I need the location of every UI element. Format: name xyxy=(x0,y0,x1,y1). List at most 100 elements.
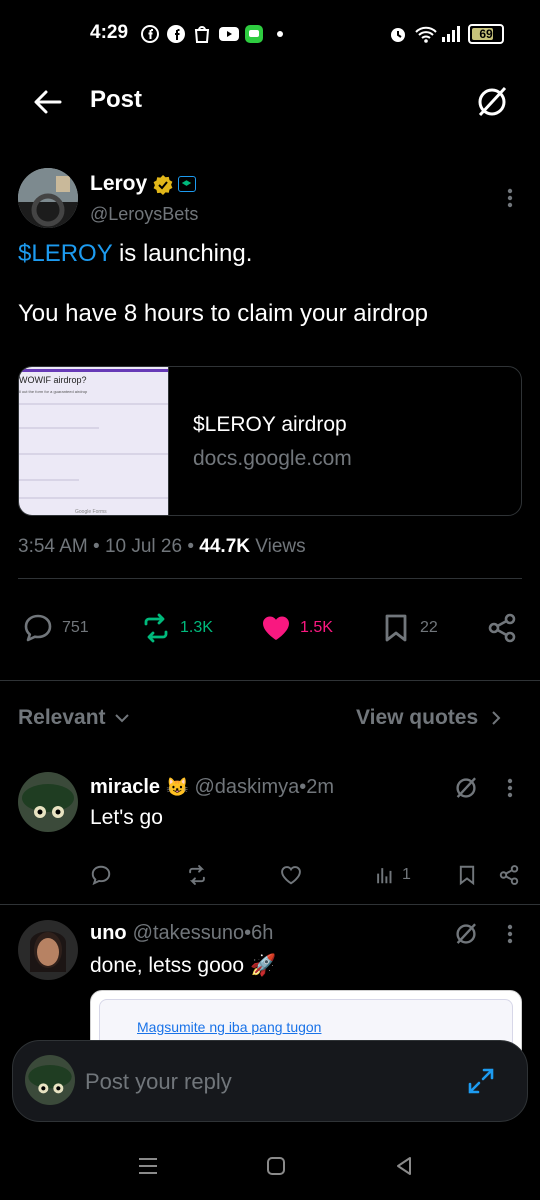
post-text-line1: $LEROY is launching. xyxy=(18,240,252,268)
expand-icon[interactable] xyxy=(465,1065,497,1097)
bookmark-button[interactable]: 22 xyxy=(380,610,438,646)
back-icon[interactable] xyxy=(392,1154,416,1178)
chevron-right-icon xyxy=(492,711,501,725)
post-meta: 3:54 AM • 10 Jul 26 • 44.7K Views xyxy=(18,536,306,558)
heart-filled-icon xyxy=(263,616,289,640)
share-button[interactable] xyxy=(486,610,518,646)
reply-composer[interactable]: Post your reply xyxy=(12,1040,528,1122)
link-card-thumbnail: WOWIF airdrop? ll out the form for a gua… xyxy=(19,367,169,515)
affiliate-badge-icon xyxy=(178,176,196,192)
reply-views-button[interactable]: 1 xyxy=(374,864,411,886)
bookmark-icon xyxy=(459,865,475,886)
meta-separator: • xyxy=(182,536,200,557)
embed-link-text: Magsumite ng iba pang tugon xyxy=(137,1019,322,1035)
meta-separator: • xyxy=(87,536,105,557)
views-count[interactable]: 44.7K xyxy=(199,536,250,557)
alarm-icon xyxy=(391,28,405,42)
repost-count: 1.3K xyxy=(180,619,213,636)
reply-count: 751 xyxy=(62,619,89,636)
signal-icon xyxy=(442,26,460,42)
divider xyxy=(18,578,522,579)
post-text-rest: is launching. xyxy=(112,240,253,267)
facebook-icon xyxy=(167,25,185,43)
more-options-icon[interactable] xyxy=(500,776,520,800)
youtube-icon xyxy=(219,27,239,41)
reply-time: 6h xyxy=(251,922,274,944)
divider xyxy=(0,680,540,681)
reply-icon xyxy=(91,865,111,886)
separator: • xyxy=(299,776,307,798)
reply-avatar[interactable] xyxy=(18,920,78,980)
verified-badge-icon xyxy=(153,175,173,195)
view-quotes-label: View quotes xyxy=(356,706,479,729)
reply-views-count: 1 xyxy=(402,866,411,883)
share-icon xyxy=(488,613,516,643)
reply-header: miracle 😺 @daskimya • 2m xyxy=(90,776,334,799)
thumb-footer: Google Forms xyxy=(75,509,107,515)
more-options-icon[interactable] xyxy=(500,186,520,210)
post-date: 10 Jul 26 xyxy=(104,536,183,557)
reply-repost-button[interactable] xyxy=(186,864,208,886)
reply-author-handle[interactable]: @daskimya xyxy=(194,776,299,799)
reply-author-name[interactable]: uno xyxy=(90,922,127,945)
status-bar: 4:29 69 xyxy=(0,0,540,68)
post-time: 3:54 AM xyxy=(18,536,88,557)
reply-text: Let's go xyxy=(90,806,163,829)
view-quotes-link[interactable]: View quotes xyxy=(356,706,504,730)
repost-icon xyxy=(144,613,168,643)
reply-avatar[interactable] xyxy=(18,772,78,832)
grok-icon[interactable] xyxy=(472,82,512,122)
thumb-subtitle: ll out the form for a guaranteed airdrop xyxy=(19,389,88,394)
analytics-icon xyxy=(377,868,392,884)
repost-icon xyxy=(189,865,205,885)
sort-label: Relevant xyxy=(18,706,106,729)
grok-icon[interactable] xyxy=(452,774,480,802)
more-options-icon[interactable] xyxy=(500,922,520,946)
grok-icon[interactable] xyxy=(452,920,480,948)
reply-author-handle[interactable]: @takessuno xyxy=(133,922,244,945)
reply-icon xyxy=(24,614,52,642)
reply-reply-button[interactable] xyxy=(90,864,112,886)
wifi-icon xyxy=(415,26,437,43)
chevron-down-icon xyxy=(114,714,129,723)
reply-button[interactable]: 751 xyxy=(22,610,89,646)
like-count: 1.5K xyxy=(300,619,333,636)
like-button[interactable]: 1.5K xyxy=(260,610,333,646)
separator: • xyxy=(244,922,252,944)
menu-icon[interactable] xyxy=(136,1154,160,1178)
status-time: 4:29 xyxy=(90,22,129,43)
reply-like-button[interactable] xyxy=(280,864,302,886)
reply-bookmark-button[interactable] xyxy=(456,864,478,886)
battery-icon: 69 xyxy=(468,24,504,44)
views-label: Views xyxy=(249,536,306,557)
bookmark-icon xyxy=(385,614,407,642)
link-card[interactable]: WOWIF airdrop? ll out the form for a gua… xyxy=(18,366,522,516)
sort-dropdown[interactable]: Relevant xyxy=(18,706,130,730)
shop-icon xyxy=(194,26,210,43)
reply-share-button[interactable] xyxy=(498,864,520,886)
arrow-left-icon[interactable] xyxy=(30,84,66,120)
heart-icon xyxy=(281,866,301,885)
cashtag-link[interactable]: $LEROY xyxy=(18,240,112,267)
reply-header: uno @takessuno • 6h xyxy=(90,922,273,945)
divider xyxy=(0,904,540,905)
reply-text: done, letss gooo 🚀 xyxy=(90,954,277,977)
page-title: Post xyxy=(90,86,143,113)
thumb-heading: WOWIF airdrop? xyxy=(19,375,87,385)
author-name[interactable]: Leroy xyxy=(90,172,147,196)
cat-emoji: 😺 xyxy=(166,777,189,797)
facebook-icon xyxy=(141,25,159,43)
link-card-title: $LEROY airdrop xyxy=(193,413,347,436)
author-avatar[interactable] xyxy=(18,168,78,228)
repost-button[interactable]: 1.3K xyxy=(140,610,213,646)
messages-icon xyxy=(245,25,263,43)
author-handle[interactable]: @LeroysBets xyxy=(90,204,198,225)
home-icon[interactable] xyxy=(264,1154,288,1178)
share-icon xyxy=(499,865,519,885)
reply-author-name[interactable]: miracle xyxy=(90,776,160,799)
reply-time: 2m xyxy=(306,776,335,798)
system-nav-bar xyxy=(0,1128,540,1200)
link-card-domain: docs.google.com xyxy=(193,447,352,470)
user-avatar xyxy=(25,1055,75,1105)
reply-input-placeholder[interactable]: Post your reply xyxy=(85,1069,232,1095)
